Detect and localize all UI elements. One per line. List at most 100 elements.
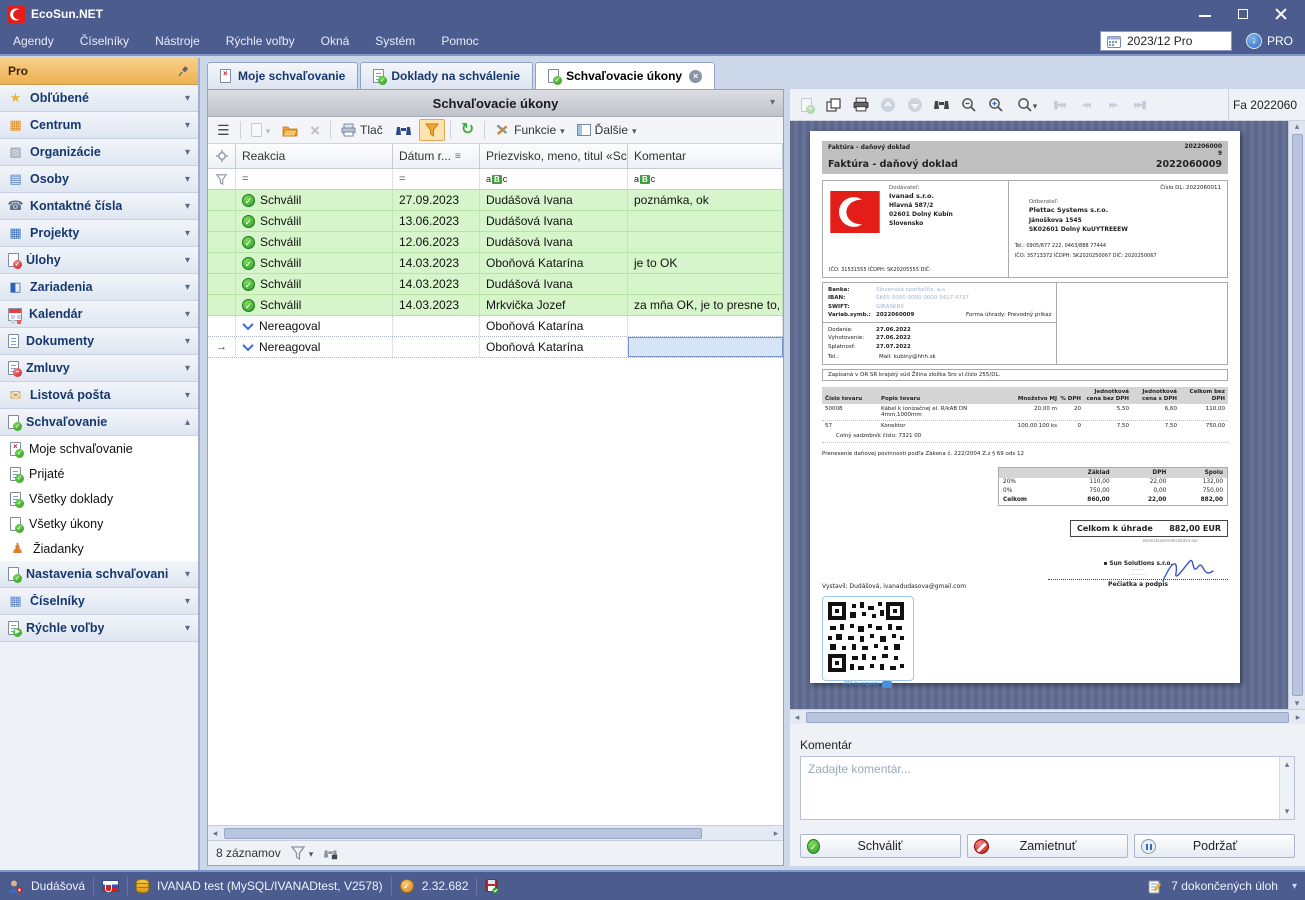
more-button[interactable]: Ďalšie bbox=[572, 119, 642, 141]
search-button[interactable] bbox=[390, 119, 417, 141]
scrollbar-thumb[interactable] bbox=[224, 828, 702, 839]
scroll-down-icon[interactable]: ▾ bbox=[1280, 806, 1294, 817]
layout-menu-button[interactable] bbox=[212, 119, 235, 141]
first-page-button[interactable]: ▮◂◂ bbox=[1050, 96, 1067, 113]
next-page-button[interactable]: ▸▸ bbox=[1104, 96, 1121, 113]
filter-lock-icon[interactable] bbox=[323, 847, 338, 860]
menu-system[interactable]: Systém bbox=[362, 28, 428, 54]
save-disk-icon[interactable] bbox=[485, 879, 499, 894]
slovak-flag-icon[interactable] bbox=[102, 880, 119, 892]
period-selector[interactable]: 2023/12 Pro bbox=[1100, 31, 1232, 51]
panel-menu-caret-icon[interactable] bbox=[770, 97, 775, 108]
approve-button[interactable]: Schváliť bbox=[800, 834, 961, 858]
previous-page-button[interactable]: ◂◂ bbox=[1077, 96, 1094, 113]
scroll-right-icon[interactable]: ▸ bbox=[769, 828, 783, 839]
preview-horizontal-scrollbar[interactable]: ◂▸ bbox=[790, 709, 1305, 724]
menu-ciselniky[interactable]: Číselníky bbox=[67, 28, 142, 54]
menu-agendy[interactable]: Agendy bbox=[0, 28, 67, 54]
sidebar-item-ulohy[interactable]: ✓Úlohy bbox=[0, 247, 198, 274]
sidebar-item-listova-posta[interactable]: ✉Listová pošta bbox=[0, 382, 198, 409]
new-record-button[interactable] bbox=[246, 119, 276, 141]
hold-button[interactable]: Podržať bbox=[1134, 834, 1295, 858]
sidebar-item-nastavenia-schvalovani[interactable]: ✓Nastavenia schvaľovani bbox=[0, 561, 198, 588]
status-tasks[interactable]: 7 dokončených úloh bbox=[1171, 879, 1278, 893]
menu-rychle-volby[interactable]: Rýchle voľby bbox=[213, 28, 308, 54]
sidebar-item-ziadanky[interactable]: ♟Žiadanky bbox=[0, 536, 198, 561]
column-header-reakcia[interactable]: Reakcia bbox=[236, 144, 393, 168]
column-header-osoba[interactable]: Priezvisko, meno, titul «Sc... bbox=[480, 144, 628, 168]
sidebar-item-osoby[interactable]: ▤Osoby bbox=[0, 166, 198, 193]
pro-badge[interactable]: ↓ PRO bbox=[1246, 33, 1293, 49]
sidebar-item-ciselniky[interactable]: ▦Číselníky bbox=[0, 588, 198, 615]
scroll-left-icon[interactable]: ◂ bbox=[790, 712, 804, 723]
zoom-level-button[interactable] bbox=[1014, 96, 1040, 113]
preview-area[interactable]: Faktúra - daňový doklad2022060009 Faktúr… bbox=[790, 121, 1305, 709]
delete-record-button[interactable] bbox=[305, 119, 325, 141]
zoom-out-button[interactable] bbox=[960, 96, 977, 113]
filter-komentar[interactable]: aBc bbox=[628, 169, 783, 189]
scrollbar-thumb[interactable] bbox=[1292, 134, 1303, 696]
table-row[interactable]: Schválil14.03.2023Dudášová Ivana bbox=[208, 274, 783, 295]
menu-pomoc[interactable]: Pomoc bbox=[428, 28, 491, 54]
scroll-right-icon[interactable]: ▸ bbox=[1291, 712, 1305, 723]
column-header-komentar[interactable]: Komentar bbox=[628, 144, 783, 168]
sidebar-item-organizacie[interactable]: ▨Organizácie bbox=[0, 139, 198, 166]
scrollbar-thumb[interactable] bbox=[806, 712, 1289, 723]
sidebar-item-kalendar[interactable]: Kalendár bbox=[0, 301, 198, 328]
minimize-button[interactable] bbox=[1199, 8, 1211, 20]
sidebar-item-zmluvy[interactable]: −Zmluvy bbox=[0, 355, 198, 382]
reject-button[interactable]: Zamietnuť bbox=[967, 834, 1128, 858]
pin-icon[interactable] bbox=[178, 65, 190, 77]
footer-filter-button[interactable] bbox=[291, 846, 314, 860]
status-database[interactable]: IVANAD test (MySQL/IVANADtest, V2578) bbox=[157, 879, 383, 893]
comment-scrollbar[interactable]: ▴▾ bbox=[1279, 757, 1294, 819]
maximize-button[interactable] bbox=[1237, 8, 1249, 20]
export-button[interactable] bbox=[825, 96, 842, 113]
sidebar-item-vsetky-doklady[interactable]: ✓Všetky doklady bbox=[0, 486, 198, 511]
filter-reakcia[interactable]: = bbox=[236, 169, 393, 189]
filter-osoba[interactable]: aBc bbox=[480, 169, 628, 189]
close-button[interactable] bbox=[1275, 8, 1287, 20]
open-record-button[interactable] bbox=[277, 119, 303, 141]
status-version[interactable]: 2.32.682 bbox=[422, 879, 469, 893]
sidebar-item-dokumenty[interactable]: Dokumenty bbox=[0, 328, 198, 355]
scroll-up-icon[interactable]: ▴ bbox=[1280, 759, 1294, 770]
scroll-down-icon[interactable]: ▾ bbox=[1290, 698, 1304, 709]
tab-close-icon[interactable]: × bbox=[689, 70, 702, 83]
sidebar-item-zariadenia[interactable]: ◧Zariadenia bbox=[0, 274, 198, 301]
column-header-datum[interactable]: Dátum r... bbox=[393, 144, 480, 168]
table-row[interactable]: Schválil14.03.2023Oboňová Katarínaje to … bbox=[208, 253, 783, 274]
sidebar-item-schvalovanie[interactable]: ✓Schvaľovanie bbox=[0, 409, 198, 436]
zoom-in-button[interactable] bbox=[987, 96, 1004, 113]
preview-vertical-scrollbar[interactable]: ▴▾ bbox=[1288, 121, 1305, 709]
sidebar-item-projekty[interactable]: ▦Projekty bbox=[0, 220, 198, 247]
print-preview-button[interactable] bbox=[852, 96, 869, 113]
functions-button[interactable]: Funkcie bbox=[490, 119, 570, 141]
header-gear[interactable] bbox=[208, 144, 236, 168]
refresh-button[interactable] bbox=[456, 119, 479, 141]
tab-moje-schvalovanie[interactable]: Moje schvaľovanie bbox=[207, 62, 358, 89]
find-button[interactable] bbox=[933, 96, 950, 113]
menu-nastroje[interactable]: Nástroje bbox=[142, 28, 213, 54]
attach-document-button[interactable]: + bbox=[798, 96, 815, 113]
sidebar-item-moje-schvalovanie[interactable]: ✓Moje schvaľovanie bbox=[0, 436, 198, 461]
caret-icon[interactable] bbox=[1292, 881, 1297, 892]
tab-doklady-na-schvalenie[interactable]: ✓Doklady na schválenie bbox=[360, 62, 533, 89]
sidebar-item-prijate[interactable]: ✓Prijaté bbox=[0, 461, 198, 486]
scroll-left-icon[interactable]: ◂ bbox=[208, 828, 222, 839]
sidebar-item-vsetky-ukony[interactable]: ✓Všetky úkony bbox=[0, 511, 198, 536]
filter-datum[interactable]: = bbox=[393, 169, 480, 189]
tab-schvalovacie-ukony[interactable]: ✓Schvaľovacie úkony× bbox=[535, 62, 715, 89]
table-row[interactable]: Schválil13.06.2023Dudášová Ivana bbox=[208, 211, 783, 232]
scroll-up-icon[interactable]: ▴ bbox=[1290, 121, 1304, 132]
table-row[interactable]: Schválil27.09.2023Dudášová Ivanapoznámka… bbox=[208, 190, 783, 211]
sidebar-item-oblubene[interactable]: ★Obľúbené bbox=[0, 85, 198, 112]
last-page-button[interactable]: ▸▸▮ bbox=[1131, 96, 1148, 113]
selected-cell[interactable] bbox=[628, 337, 783, 357]
page-up-button[interactable] bbox=[879, 96, 896, 113]
page-down-button[interactable] bbox=[906, 96, 923, 113]
menu-okna[interactable]: Okná bbox=[308, 28, 363, 54]
grid-horizontal-scrollbar[interactable]: ◂▸ bbox=[208, 825, 783, 840]
table-row[interactable]: NereagovalOboňová Katarína bbox=[208, 316, 783, 337]
status-user[interactable]: Dudášová bbox=[31, 879, 85, 893]
